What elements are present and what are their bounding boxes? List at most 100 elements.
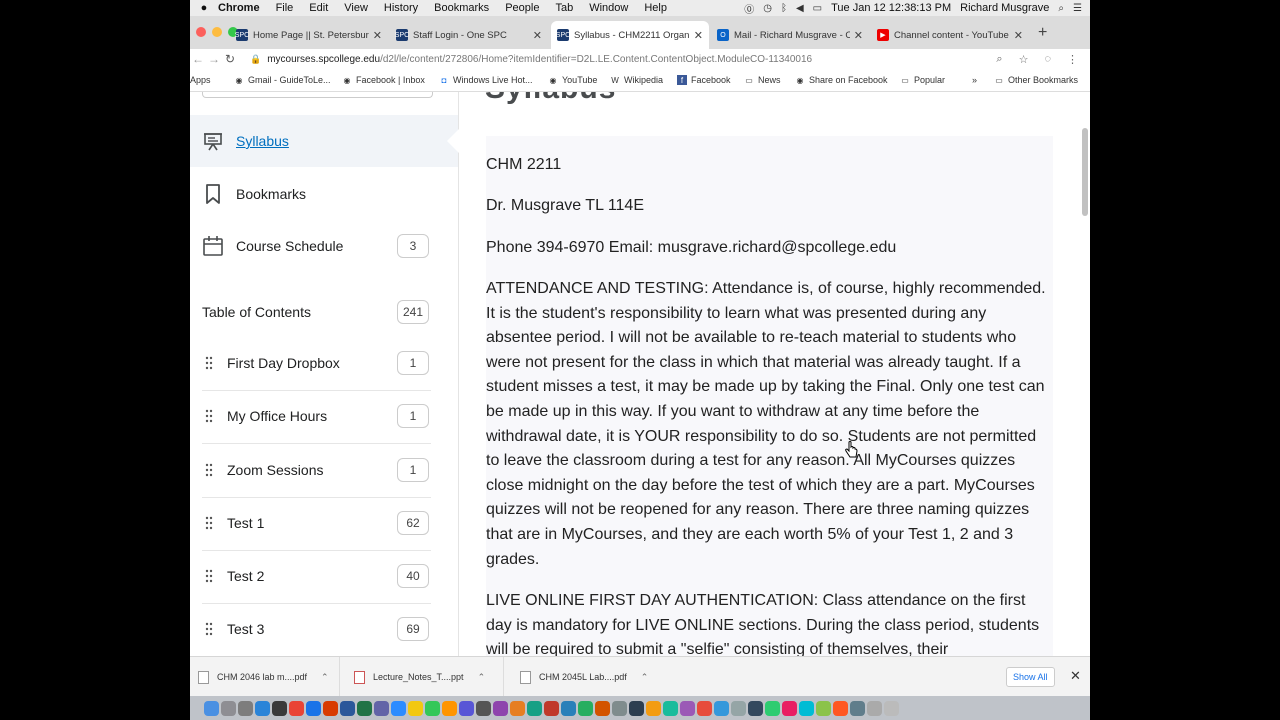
dock-app-icon[interactable]	[748, 700, 763, 716]
bookmark-other[interactable]: ▭ Other Bookmarks	[994, 75, 1078, 85]
forward-icon[interactable]: →	[206, 52, 222, 66]
module-first-day-dropbox[interactable]: First Day Dropbox 1	[202, 337, 431, 391]
drag-handle-icon[interactable]	[205, 463, 213, 477]
drag-handle-icon[interactable]	[205, 409, 213, 423]
excel-icon[interactable]	[357, 700, 372, 716]
dock-app-icon[interactable]	[833, 700, 848, 716]
bookmark-star-icon[interactable]: ☆	[1019, 53, 1029, 66]
dock-app-icon[interactable]	[765, 700, 780, 716]
system-prefs-icon[interactable]	[238, 700, 253, 716]
close-tab-icon[interactable]: ✕	[854, 29, 863, 42]
menu-edit[interactable]: Edit	[309, 2, 328, 14]
dock-app-icon[interactable]	[272, 700, 287, 716]
dock-app-icon[interactable]	[510, 700, 525, 716]
chevron-up-icon[interactable]: ⌃	[321, 672, 329, 683]
page-scrollbar[interactable]	[1082, 128, 1088, 216]
tab-youtube[interactable]: ▶ Channel content - YouTube S ✕	[871, 21, 1029, 49]
bookmarks-overflow[interactable]: »	[972, 75, 977, 85]
dock-app-icon[interactable]	[680, 700, 695, 716]
download-item[interactable]: CHM 2046 lab m....pdf ⌃	[190, 657, 340, 697]
module-zoom-sessions[interactable]: Zoom Sessions 1	[202, 444, 431, 498]
notification-center-icon[interactable]: ☰	[1073, 3, 1082, 14]
battery-icon[interactable]: ▭	[813, 3, 822, 14]
bookmark-youtube[interactable]: ◉ YouTube	[548, 75, 598, 85]
dock-app-icon[interactable]	[561, 700, 576, 716]
bookmark-facebook[interactable]: f Facebook	[677, 75, 731, 85]
extension-icon[interactable]: ◌	[1044, 53, 1051, 66]
sidebar-item-course-schedule[interactable]: Course Schedule	[202, 235, 343, 257]
drag-handle-icon[interactable]	[205, 569, 213, 583]
dock-app-icon[interactable]	[544, 700, 559, 716]
dock-app-icon[interactable]	[697, 700, 712, 716]
downloads-stack-icon[interactable]	[867, 700, 882, 716]
module-test-3[interactable]: Test 3 69	[202, 603, 431, 656]
safari-icon[interactable]	[306, 700, 321, 716]
new-tab-icon[interactable]: +	[1038, 24, 1047, 42]
menu-help[interactable]: Help	[644, 2, 667, 14]
volume-icon[interactable]: ◀	[796, 3, 804, 14]
chevron-up-icon[interactable]: ⌃	[641, 672, 649, 683]
dock-app-icon[interactable]	[612, 700, 627, 716]
module-test-2[interactable]: Test 2 40	[202, 550, 431, 604]
back-icon[interactable]: ←	[190, 52, 206, 66]
launchpad-icon[interactable]	[221, 700, 236, 716]
bookmark-facebook-inbox[interactable]: ◉ Facebook | Inbox	[342, 75, 425, 85]
menu-people[interactable]: People	[505, 2, 539, 14]
menubar-clock[interactable]: Tue Jan 12 12:38:13 PM	[831, 2, 951, 14]
chevron-up-icon[interactable]: ⌃	[478, 672, 486, 683]
dock-app-icon[interactable]	[782, 700, 797, 716]
bookmark-wikipedia[interactable]: W Wikipedia	[610, 75, 663, 85]
lock-icon[interactable]: 🔒	[250, 54, 261, 65]
chrome-menu-icon[interactable]: ⋮	[1067, 53, 1078, 66]
close-icon[interactable]: ✕	[1070, 668, 1081, 684]
terminal-icon[interactable]	[476, 700, 491, 716]
powerpoint-icon[interactable]	[323, 700, 338, 716]
dock-app-icon[interactable]	[663, 700, 678, 716]
table-of-contents-heading[interactable]: Table of Contents	[202, 304, 311, 320]
menu-app[interactable]: Chrome	[218, 2, 260, 14]
trash-icon[interactable]	[884, 700, 899, 716]
menu-history[interactable]: History	[384, 2, 418, 14]
app-store-icon[interactable]	[255, 700, 270, 716]
apple-icon[interactable]: ●	[190, 2, 218, 14]
dock-app-icon[interactable]	[595, 700, 610, 716]
dock-app-icon[interactable]	[714, 700, 729, 716]
chrome-icon[interactable]	[289, 700, 304, 716]
dock-app-icon[interactable]	[646, 700, 661, 716]
module-office-hours[interactable]: My Office Hours 1	[202, 390, 431, 444]
download-item[interactable]: CHM 2045L Lab....pdf ⌃	[506, 657, 666, 697]
minimize-window-icon[interactable]	[212, 27, 222, 37]
dock-app-icon[interactable]	[578, 700, 593, 716]
messages-icon[interactable]	[425, 700, 440, 716]
download-item[interactable]: Lecture_Notes_T....ppt ⌃	[342, 657, 504, 697]
menu-view[interactable]: View	[344, 2, 368, 14]
dock-app-icon[interactable]	[731, 700, 746, 716]
tab-syllabus[interactable]: SPC Syllabus - CHM2211 Organic ✕	[551, 21, 709, 49]
teams-icon[interactable]	[374, 700, 389, 716]
sidebar-item-syllabus[interactable]: Syllabus	[202, 130, 289, 152]
dock-app-icon[interactable]	[527, 700, 542, 716]
preview-icon[interactable]	[442, 700, 457, 716]
zoom-icon[interactable]: ⌕	[996, 53, 1002, 66]
menu-tab[interactable]: Tab	[555, 2, 573, 14]
notes-icon[interactable]	[408, 700, 423, 716]
sidebar-item-bookmarks[interactable]: Bookmarks	[202, 183, 306, 205]
close-tab-icon[interactable]: ✕	[373, 29, 382, 42]
finder-icon[interactable]	[204, 700, 219, 716]
dock-app-icon[interactable]	[493, 700, 508, 716]
drag-handle-icon[interactable]	[205, 516, 213, 530]
close-tab-icon[interactable]: ✕	[533, 29, 542, 42]
word-icon[interactable]	[340, 700, 355, 716]
dock-app-icon[interactable]	[816, 700, 831, 716]
menu-file[interactable]: File	[276, 2, 294, 14]
close-tab-icon[interactable]: ✕	[694, 29, 703, 42]
bookmark-windows-live[interactable]: ◘ Windows Live Hot...	[439, 75, 533, 85]
menubar-user[interactable]: Richard Musgrave	[960, 2, 1049, 14]
accessibility-icon[interactable]: ⓪	[744, 1, 754, 16]
close-window-icon[interactable]	[196, 27, 206, 37]
menu-bookmarks[interactable]: Bookmarks	[434, 2, 489, 14]
bookmark-popular[interactable]: ▭ Popular	[900, 75, 945, 85]
bookmark-share-facebook[interactable]: ◉ Share on Facebook	[795, 75, 888, 85]
dock-app-icon[interactable]	[459, 700, 474, 716]
zoom-icon[interactable]	[391, 700, 406, 716]
